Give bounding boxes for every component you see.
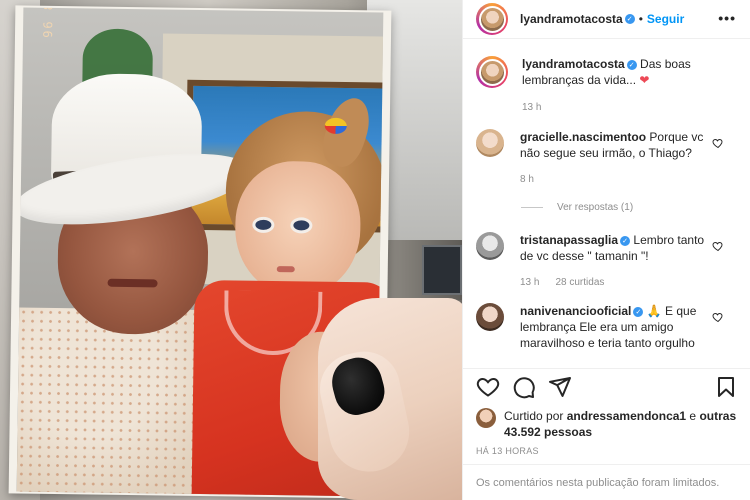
verified-icon: ✓ (633, 307, 644, 317)
background-screen (422, 245, 462, 295)
liker-username[interactable]: andressamendonca1 (567, 409, 686, 423)
post-header: lyandramotacosta ✓ • Seguir ••• (463, 0, 750, 39)
heart-emoji: ❤ (639, 73, 650, 87)
caption: lyandramotacosta ✓ Das boas lembranças da… (463, 56, 750, 116)
likes-middle: e (686, 409, 700, 423)
likes-summary: Curtido por andressamendonca1 e outras 4… (476, 408, 742, 440)
replies-line (521, 207, 543, 208)
post-photo[interactable]: 96 8 '61 (0, 0, 462, 500)
post-side-panel: lyandramotacosta ✓ • Seguir ••• lyandram… (462, 0, 750, 500)
pray-emoji: 🙏 (646, 304, 662, 318)
comment-time: 8 h (520, 174, 534, 185)
comment-time: 13 h (520, 277, 540, 288)
commenter-avatar[interactable] (476, 232, 504, 260)
date-stamp: 96 8 '61 (41, 8, 56, 38)
verified-icon: ✓ (624, 14, 635, 24)
caption-username[interactable]: lyandramotacosta (522, 57, 625, 71)
author-username[interactable]: lyandramotacosta (520, 12, 623, 26)
author-avatar[interactable] (476, 3, 508, 35)
caption-time: 13 h (522, 102, 542, 113)
comment-item: nanivenanciooficial ✓ 🙏 E que lembrança E… (463, 303, 750, 351)
liker-avatar[interactable] (476, 408, 496, 428)
commenter-username[interactable]: nanivenanciooficial (520, 304, 631, 318)
comment-item: tristanapassaglia ✓ Lembro tanto de vc de… (463, 232, 750, 291)
girl-eye-left (252, 216, 275, 234)
verified-icon: ✓ (620, 236, 631, 246)
verified-icon: ✓ (626, 60, 637, 70)
comments-list[interactable]: lyandramotacosta ✓ Das boas lembranças da… (463, 56, 750, 368)
comment-likes[interactable]: 28 curtidas (555, 275, 604, 291)
bookmark-icon[interactable] (714, 375, 738, 399)
commenter-username[interactable]: tristanapassaglia (520, 233, 618, 247)
commenter-username[interactable]: gracielle.nascimentoo (520, 130, 646, 144)
hair-scrunchie (324, 117, 347, 135)
view-replies-button[interactable]: Ver respostas (1) (521, 202, 750, 213)
girl-mouth (276, 266, 295, 273)
commenter-avatar[interactable] (476, 129, 504, 157)
commenter-avatar[interactable] (476, 303, 504, 331)
man-mouth (107, 278, 158, 288)
share-icon[interactable] (548, 375, 572, 399)
small-heart-icon[interactable] (712, 311, 724, 323)
small-heart-icon[interactable] (712, 240, 724, 252)
comments-limited-notice: Os comentários nesta publicação foram li… (463, 464, 750, 500)
comment-item: gracielle.nascimentoo Porque vc não segu… (463, 129, 750, 188)
author-avatar-image (478, 5, 506, 33)
small-heart-icon[interactable] (712, 137, 724, 149)
caption-avatar[interactable] (476, 56, 508, 88)
follow-button[interactable]: Seguir (647, 12, 684, 26)
comment-icon[interactable] (512, 375, 536, 399)
heart-icon[interactable] (476, 375, 500, 399)
girl-eye-right (290, 217, 313, 234)
post-timestamp[interactable]: HÁ 13 HORAS (476, 446, 539, 456)
view-replies-label: Ver respostas (1) (557, 202, 634, 213)
header-separator: • (638, 12, 643, 26)
caption-avatar-image (478, 58, 506, 86)
more-options-icon[interactable]: ••• (718, 10, 736, 26)
likes-prefix: Curtido por (504, 409, 567, 423)
action-bar (463, 368, 750, 404)
